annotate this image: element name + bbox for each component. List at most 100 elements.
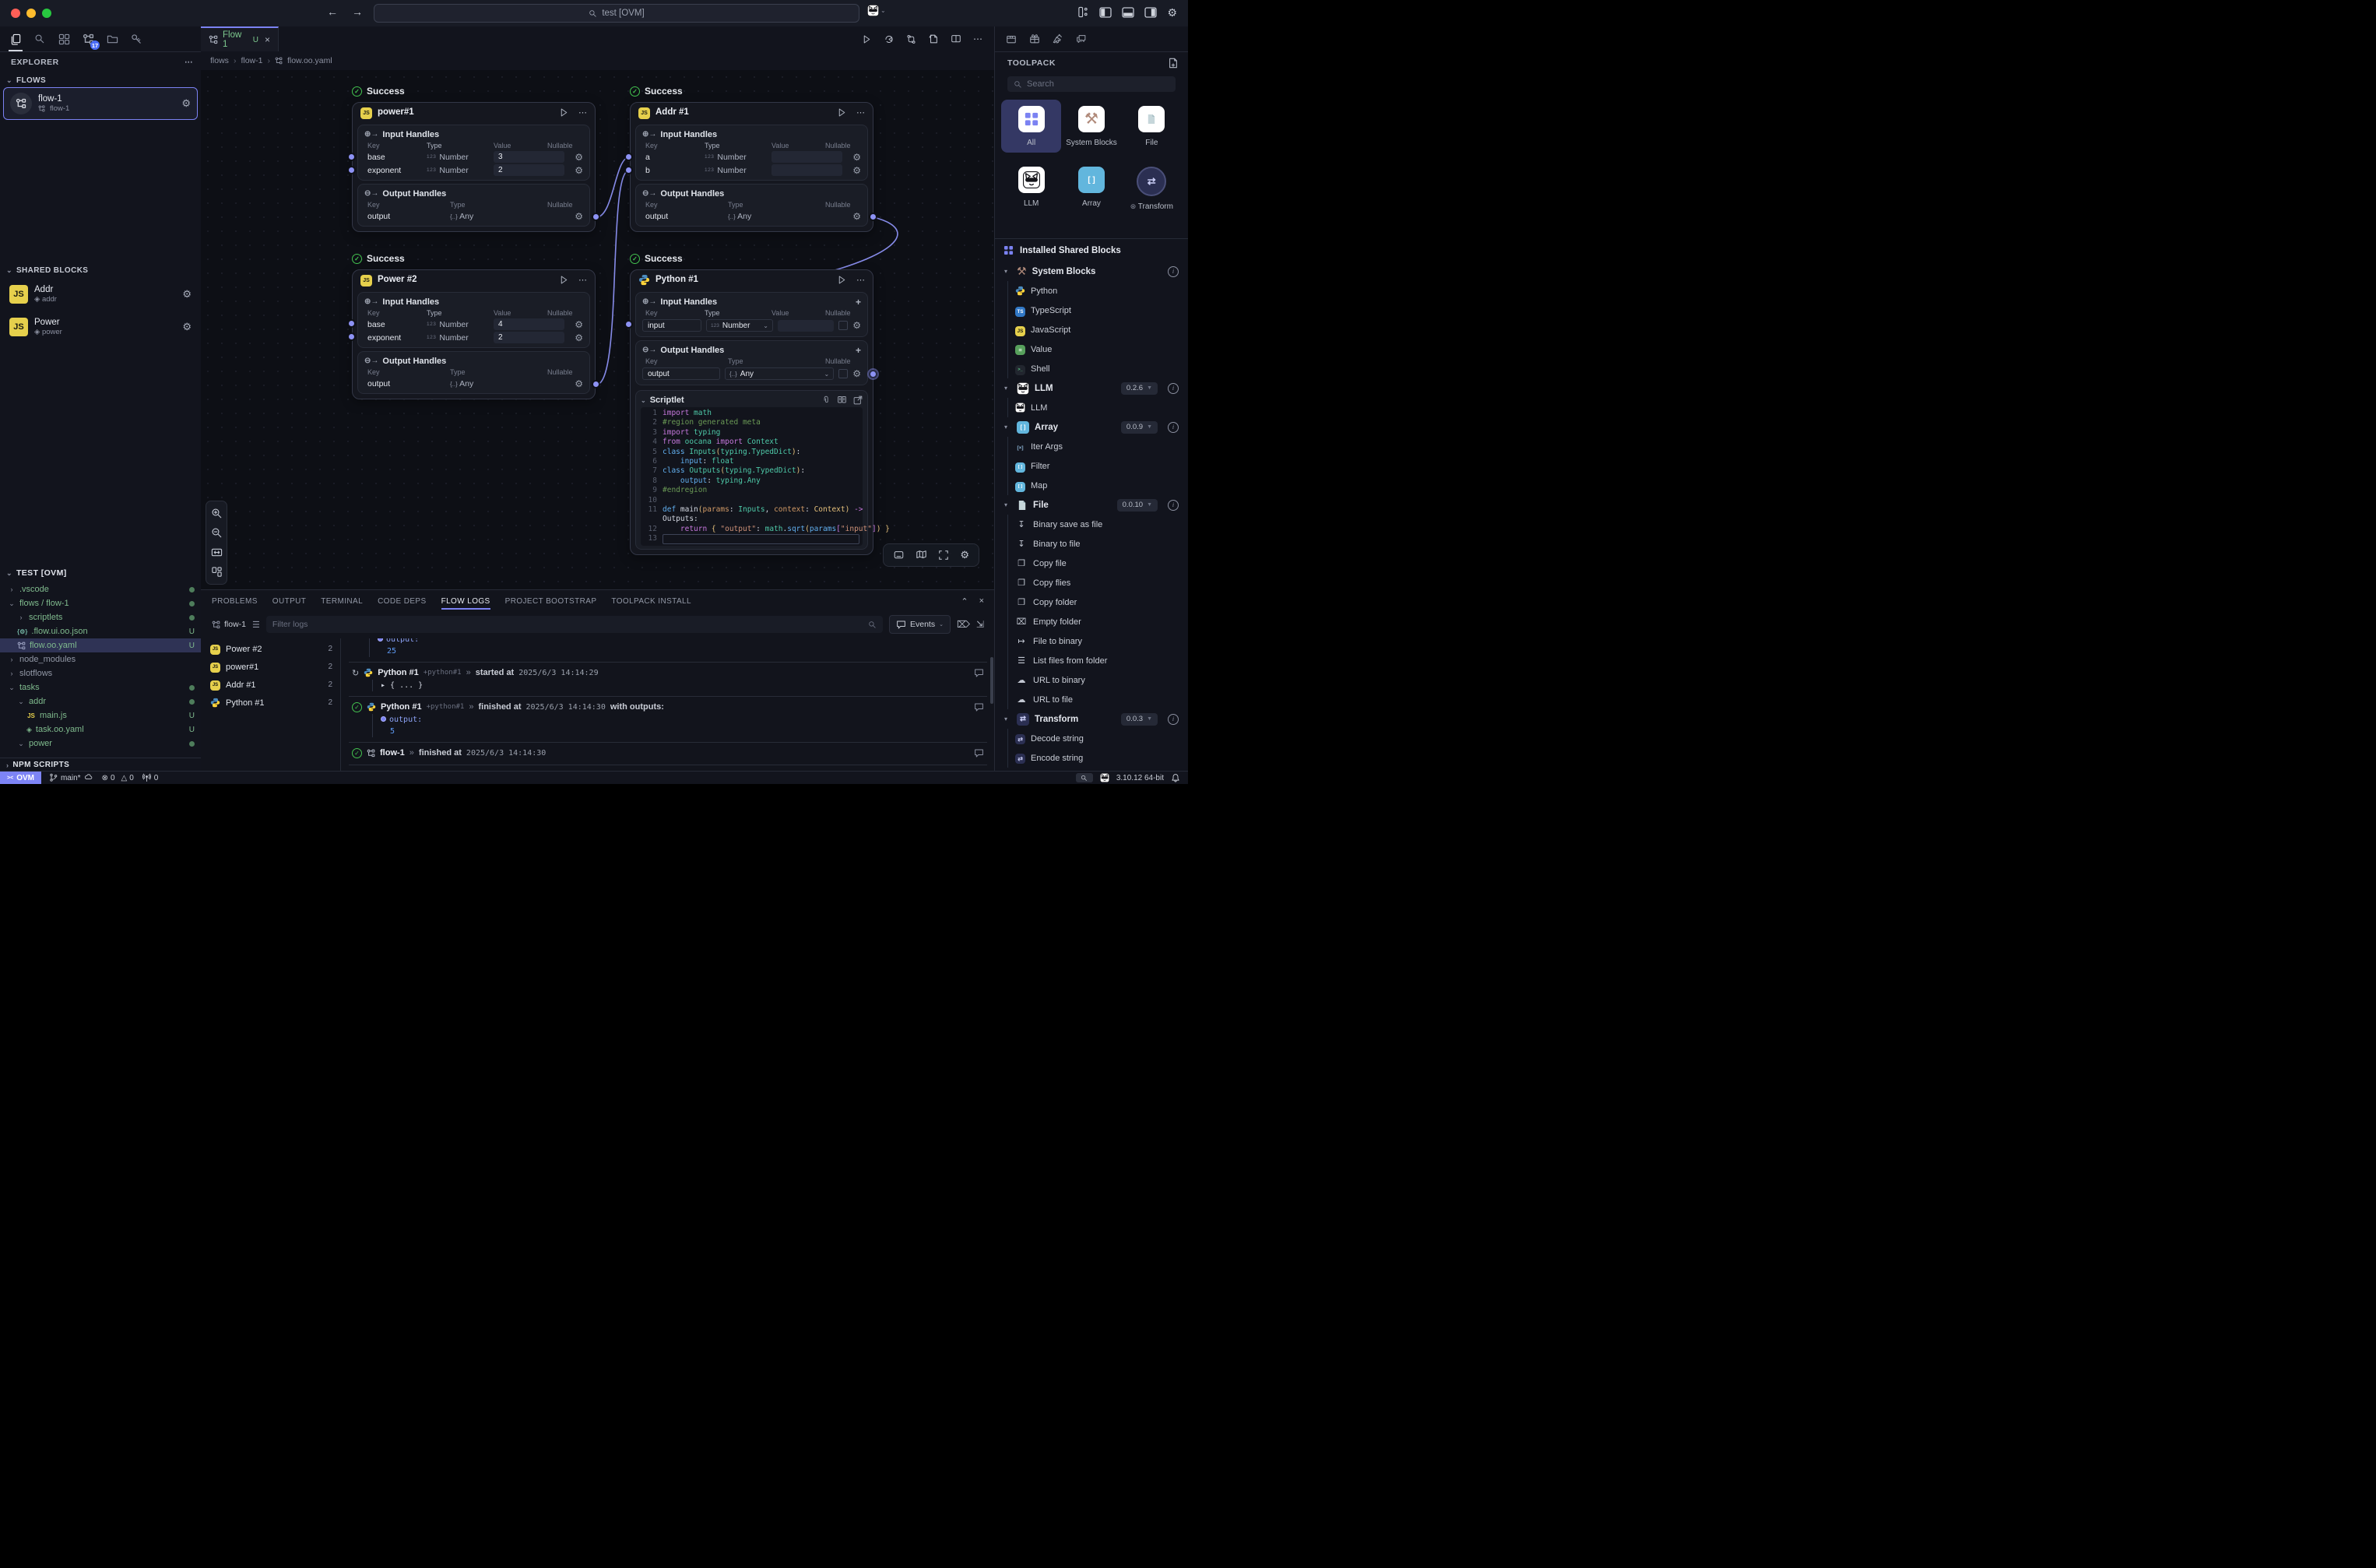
comment-icon[interactable] (974, 702, 984, 712)
connection-port[interactable] (349, 154, 354, 160)
info-icon[interactable]: i (1168, 422, 1179, 433)
events-dropdown[interactable]: Events ⌄ (889, 615, 951, 634)
toolpack-category-all[interactable]: All (1001, 100, 1061, 153)
block-item[interactable]: ❐Copy flies (995, 573, 1188, 592)
block-item[interactable]: TSTypeScript (995, 301, 1188, 320)
block-group-llm[interactable]: ▾LLM0.2.6▼i (995, 378, 1188, 398)
settings-gear-icon[interactable]: ⚙ (1167, 7, 1177, 18)
block-item[interactable]: ❐Copy file (995, 554, 1188, 573)
block-item[interactable]: ⇄Encode string (995, 748, 1188, 768)
tree-item[interactable]: ⌄tasks (0, 680, 201, 694)
gear-icon[interactable]: ⚙ (852, 165, 861, 176)
gear-icon[interactable]: ⚙ (575, 211, 583, 222)
shared-block-item[interactable]: JSPower◈ power⚙ (3, 313, 198, 341)
block-item[interactable]: LLM (995, 398, 1188, 417)
log-entry[interactable]: ✓flow-1»finished at2025/6/3 14:14:30 (349, 743, 987, 765)
maximize-panel-icon[interactable]: ⌃ (961, 596, 968, 606)
tree-item[interactable]: ⌄flows / flow-1 (0, 596, 201, 610)
log-entry[interactable]: ✓Python #1+python#1»finished at2025/6/3 … (349, 697, 987, 743)
convert-nodes-button[interactable] (906, 34, 916, 44)
block-item[interactable]: ❐Copy folder (995, 592, 1188, 612)
comment-icon[interactable] (974, 668, 984, 678)
command-search-input[interactable]: test [OVM] (374, 4, 859, 23)
node-power2[interactable]: JSPower #2⋯⊕→Input HandlesKeyTypeValueNu… (352, 269, 596, 399)
node-header[interactable]: Python #1⋯ (631, 270, 873, 289)
block-item[interactable]: Python (995, 281, 1188, 301)
cat-icon[interactable] (1100, 773, 1109, 782)
split-editor-button[interactable] (951, 34, 961, 44)
clear-logs-button[interactable]: ⌦ (957, 619, 970, 630)
panel-tab-toolpack-install[interactable]: TOOLPACK INSTALL (611, 590, 691, 612)
gear-icon[interactable]: ⚙ (182, 288, 192, 301)
tree-item[interactable]: JSmain.jsU (0, 708, 201, 722)
tree-item[interactable]: ◈task.oo.yamlU (0, 722, 201, 737)
version-select[interactable]: 0.0.3▼ (1121, 713, 1158, 726)
version-select[interactable]: 0.2.6▼ (1121, 382, 1158, 395)
node-addr1[interactable]: JSAddr #1⋯⊕→Input HandlesKeyTypeValueNul… (630, 102, 873, 232)
block-group-file[interactable]: ▾File0.0.10▼i (995, 495, 1188, 515)
block-item[interactable]: ↧Binary save as file (995, 515, 1188, 534)
node-more-button[interactable]: ⋯ (578, 107, 587, 118)
block-item[interactable]: [ ]Map (995, 476, 1188, 495)
version-select[interactable]: 0.0.10▼ (1117, 499, 1158, 512)
gear-icon[interactable]: ⚙ (575, 152, 583, 163)
input-value-field[interactable]: 4 (494, 318, 564, 330)
flow-canvas[interactable]: ⚙ JSpower#1⋯⊕→Input HandlesKeyTypeValueN… (201, 70, 995, 589)
tree-item[interactable]: ›scriptlets (0, 610, 201, 624)
breadcrumb-item[interactable]: flows (210, 56, 229, 65)
gear-icon[interactable]: ⚙ (852, 368, 861, 379)
info-icon[interactable]: i (1168, 500, 1179, 511)
problems-status[interactable]: ⊗0△0 (102, 774, 134, 782)
connection-port[interactable] (593, 214, 599, 220)
tree-item[interactable]: ›slotflows (0, 666, 201, 680)
gear-icon[interactable]: ⚙ (181, 97, 191, 110)
rerun-button[interactable] (884, 34, 895, 44)
breadcrumb-item[interactable]: flow.oo.yaml (287, 56, 332, 65)
output-type-select[interactable]: {..}Any⌄ (725, 367, 834, 380)
block-item[interactable]: ≡Value (995, 339, 1188, 359)
project-section-header[interactable]: ⌄TEST [OVM] (6, 568, 67, 578)
toolpack-category-file[interactable]: File (1122, 100, 1182, 153)
assistant-cat-button[interactable]: ⌄ (867, 5, 886, 16)
ports-status[interactable]: 0 (142, 773, 159, 782)
node-run-button[interactable] (559, 107, 569, 118)
input-value-field[interactable]: 3 (494, 151, 564, 163)
input-type-select[interactable]: 123Number⌄ (706, 319, 773, 332)
scriptlet-header[interactable]: ⌄Scriptlet (641, 393, 863, 407)
output-key-field[interactable]: output (642, 367, 720, 380)
docs-icon[interactable] (837, 396, 847, 405)
toolpack-category-transform[interactable]: ⇄⊛ Transform (1122, 160, 1182, 216)
gear-icon[interactable]: ⚙ (852, 320, 861, 331)
connection-port[interactable] (593, 381, 599, 387)
extensions-activity-icon[interactable] (56, 30, 72, 48)
folder-activity-icon[interactable] (104, 30, 120, 48)
node-python1[interactable]: Python #1⋯⊕→Input Handles+KeyTypeValueNu… (630, 269, 873, 555)
tree-item[interactable]: flow.oo.yamlU (0, 638, 201, 652)
broom-icon[interactable] (1053, 33, 1063, 44)
explorer-more-button[interactable]: ⋯ (185, 58, 193, 67)
toggle-left-sidebar-icon[interactable] (1099, 7, 1112, 18)
more-actions-button[interactable]: ⋯ (973, 33, 982, 44)
block-item[interactable]: >_Shell (995, 359, 1188, 378)
remote-indicator[interactable]: ><OVM (0, 772, 41, 784)
input-key-field[interactable]: input (642, 319, 701, 332)
input-value-field[interactable] (771, 151, 842, 163)
node-header[interactable]: JSpower#1⋯ (353, 103, 595, 121)
toggle-panel-icon[interactable] (893, 550, 905, 561)
version-select[interactable]: 0.0.9▼ (1121, 421, 1158, 434)
fullscreen-icon[interactable] (938, 550, 949, 561)
tree-item[interactable]: ›.vscode (0, 582, 201, 596)
connection-port[interactable] (870, 214, 876, 220)
git-branch-status[interactable]: main* (49, 773, 94, 782)
nullable-checkbox[interactable] (838, 321, 848, 330)
info-icon[interactable]: i (1168, 383, 1179, 394)
run-flow-button[interactable] (862, 34, 872, 44)
open-external-icon[interactable] (853, 396, 863, 405)
breadcrumb[interactable]: flows›flow-1›flow.oo.yaml (201, 51, 995, 70)
zoom-out-icon[interactable] (211, 527, 223, 539)
node-more-button[interactable]: ⋯ (856, 275, 865, 285)
minimap-icon[interactable] (916, 550, 927, 561)
toolpack-search-input[interactable]: Search (1007, 76, 1176, 92)
block-item[interactable]: ⌧Empty folder (995, 612, 1188, 631)
filter-logs-input[interactable]: Filter logs (266, 616, 883, 633)
